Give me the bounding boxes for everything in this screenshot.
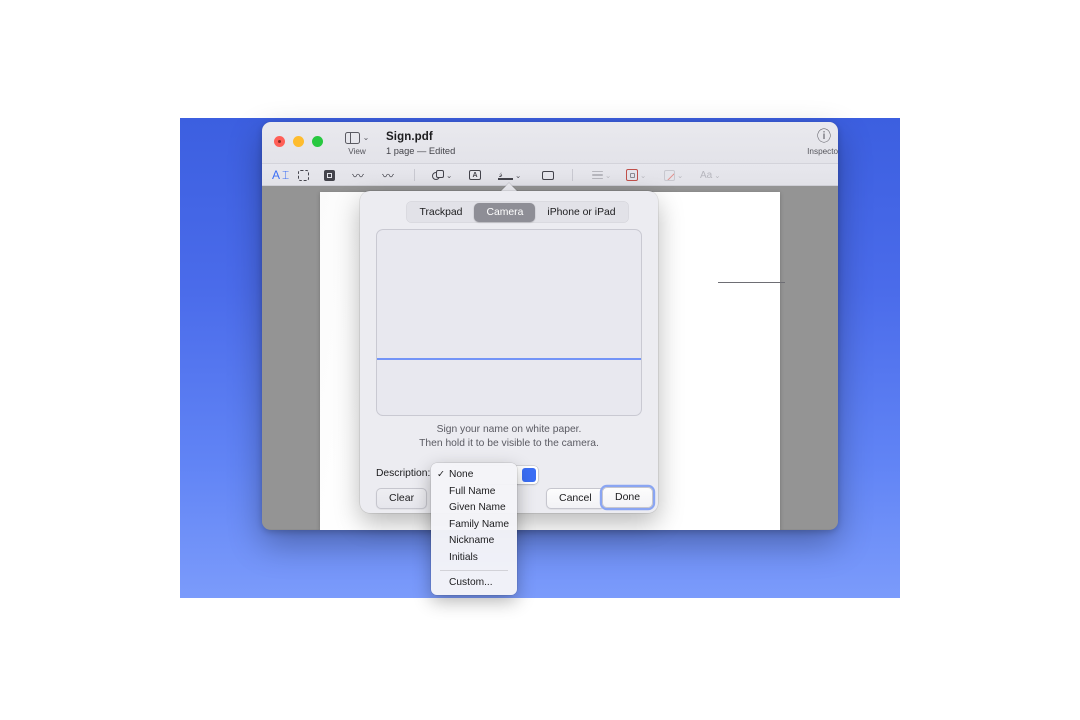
screen: ⌄ View Sign.pdf 1 page — Edited ⓘ Inspec… — [0, 0, 1080, 720]
shape-style-icon[interactable]: ⌄ — [592, 167, 611, 183]
border-color-icon[interactable]: ⌄ — [626, 167, 646, 183]
menu-item-label: Custom... — [449, 577, 493, 588]
toolbar-label-inspector: Inspector — [807, 147, 838, 156]
check-icon: ✓ — [437, 469, 445, 480]
description-popup-indicator — [522, 468, 536, 482]
cancel-button[interactable]: Cancel — [546, 488, 605, 509]
description-label: Description: — [376, 468, 431, 479]
menu-item-family-name[interactable]: Family Name — [431, 517, 517, 534]
text-box-icon[interactable]: A — [469, 167, 481, 183]
document-title-block: Sign.pdf 1 page — Edited — [386, 131, 455, 156]
menu-item-none[interactable]: ✓ None — [431, 467, 517, 484]
text-style-icon[interactable]: Aa ⌄ — [700, 167, 721, 183]
traffic-lights — [274, 136, 323, 147]
document-subtitle: 1 page — Edited — [386, 146, 456, 156]
toolbar-separator — [414, 169, 415, 181]
signature-icon[interactable]: 𝓈 ⌄ — [498, 167, 521, 183]
menu-item-label: Family Name — [449, 518, 510, 530]
description-row: Description: — [376, 466, 538, 484]
menu-item-initials[interactable]: Initials — [431, 550, 517, 567]
fill-color-icon[interactable]: ⌄ — [664, 167, 683, 183]
menu-separator — [440, 570, 508, 571]
toolbar-separator-2 — [572, 169, 573, 181]
note-icon[interactable] — [542, 167, 554, 183]
tab-camera[interactable]: Camera — [474, 202, 536, 222]
menu-item-full-name[interactable]: Full Name — [431, 484, 517, 501]
rect-selection-icon[interactable] — [298, 167, 309, 183]
info-circle-icon: ⓘ — [817, 128, 831, 144]
chevron-down-icon: ⌄ — [362, 132, 370, 142]
view-label: View — [348, 147, 366, 156]
view-control[interactable]: ⌄ View — [336, 129, 378, 156]
sidebar-icon — [344, 131, 360, 144]
done-button[interactable]: Done — [602, 487, 654, 508]
camera-preview[interactable] — [376, 229, 642, 416]
text-selection-icon[interactable]: A ⌶ — [272, 167, 289, 183]
minimize-button[interactable] — [293, 136, 304, 147]
camera-hint-line2: Then hold it to be visible to the camera… — [419, 438, 599, 449]
tab-trackpad[interactable]: Trackpad — [408, 203, 475, 222]
zoom-button[interactable] — [312, 136, 323, 147]
camera-hint: Sign your name on white paper. Then hold… — [360, 423, 658, 451]
tab-iphone-or-ipad[interactable]: iPhone or iPad — [535, 203, 627, 222]
signature-source-tabs: Trackpad Camera iPhone or iPad — [406, 201, 630, 223]
instant-alpha-icon[interactable] — [324, 167, 335, 183]
camera-hint-line1: Sign your name on white paper. — [436, 424, 582, 435]
camera-guide-line — [377, 358, 641, 360]
menu-item-given-name[interactable]: Given Name — [431, 500, 517, 517]
window-titlebar: ⌄ View Sign.pdf 1 page — Edited ⓘ Inspec… — [262, 122, 838, 164]
close-button[interactable] — [274, 136, 285, 147]
toolbar-button-inspector[interactable]: ⓘ Inspector — [798, 128, 838, 157]
menu-item-label: Initials — [449, 551, 478, 563]
description-dropdown-menu: ✓ None Full Name Given Name Family Name … — [431, 463, 517, 595]
menu-item-label: Full Name — [449, 485, 496, 497]
sketch-icon[interactable]: 〰 — [352, 167, 364, 183]
menu-item-label: Nickname — [449, 535, 495, 546]
draw-icon[interactable]: 〰 — [382, 167, 394, 183]
clear-button[interactable]: Clear — [376, 488, 428, 509]
signature-line — [718, 282, 785, 284]
menu-item-label: Given Name — [449, 502, 506, 513]
shapes-icon[interactable]: ⌄ — [432, 167, 452, 183]
menu-item-label: None — [449, 469, 474, 480]
page-title: Sign.pdf — [386, 131, 433, 143]
menu-item-custom[interactable]: Custom... — [431, 575, 517, 592]
markup-toolbar: A ⌶ 〰 〰 ⌄ A 𝓈 ⌄ ⌄ ⌄ ⌄ Aa ⌄ — [262, 164, 838, 186]
menu-item-nickname[interactable]: Nickname — [431, 533, 517, 550]
